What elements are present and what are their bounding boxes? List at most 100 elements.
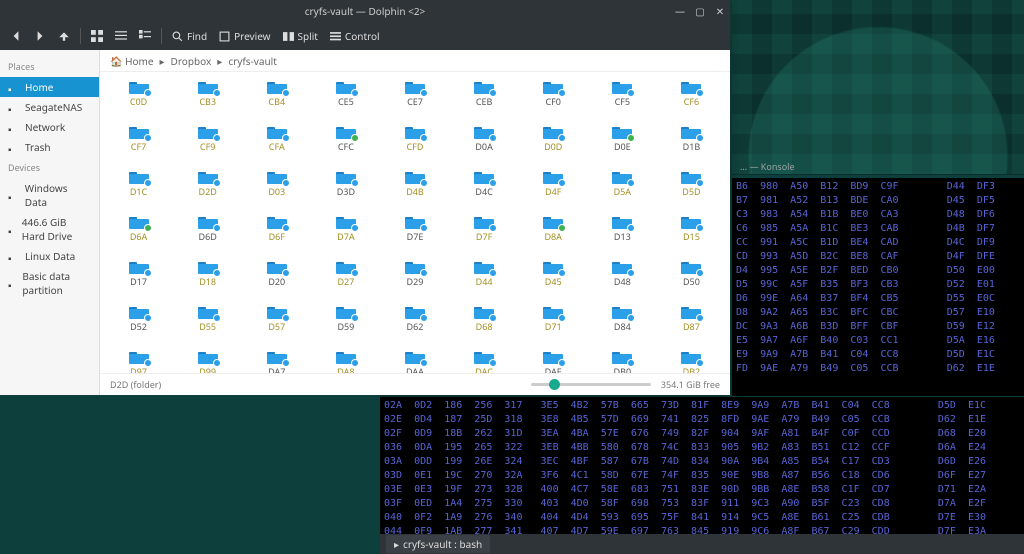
folder-D4C[interactable]: D4C	[450, 170, 519, 215]
folder-DAC[interactable]: DAC	[450, 350, 519, 373]
folder-D18[interactable]: D18	[173, 260, 242, 305]
folder-CFA[interactable]: CFA	[242, 125, 311, 170]
details-view-button[interactable]	[135, 26, 155, 46]
folder-D13[interactable]: D13	[588, 215, 657, 260]
folder-D59[interactable]: D59	[311, 305, 380, 350]
folder-DA8[interactable]: DA8	[311, 350, 380, 373]
folder-D17[interactable]: D17	[104, 260, 173, 305]
terminal-bottom[interactable]: 02A 0D2 186 256 317 3E5 4B2 57B 665 73D …	[380, 397, 1024, 534]
sidebar-item-trash[interactable]: ▪Trash	[0, 137, 99, 157]
folder-D50[interactable]: D50	[657, 260, 726, 305]
folder-CEB[interactable]: CEB	[450, 80, 519, 125]
folder-D87[interactable]: D87	[657, 305, 726, 350]
folder-CFC[interactable]: CFC	[311, 125, 380, 170]
folder-D8A[interactable]: D8A	[519, 215, 588, 260]
sidebar-item-windows-data[interactable]: ▪Windows Data	[0, 178, 99, 212]
folder-D0D[interactable]: D0D	[519, 125, 588, 170]
folder-D99[interactable]: D99	[173, 350, 242, 373]
folder-D71[interactable]: D71	[519, 305, 588, 350]
sidebar-item-linux-data[interactable]: ▪Linux Data	[0, 246, 99, 266]
folder-label: CF9	[200, 142, 216, 151]
close-button[interactable]: ✕	[714, 4, 726, 18]
folder-D7F[interactable]: D7F	[450, 215, 519, 260]
folder-CF9[interactable]: CF9	[173, 125, 242, 170]
folder-CF0[interactable]: CF0	[519, 80, 588, 125]
sidebar-item-home[interactable]: ▪Home	[0, 77, 99, 97]
folder-D52[interactable]: D52	[104, 305, 173, 350]
folder-D97[interactable]: D97	[104, 350, 173, 373]
folder-CE5[interactable]: CE5	[311, 80, 380, 125]
folder-D6A[interactable]: D6A	[104, 215, 173, 260]
breadcrumb-home[interactable]: 🏠 Home	[110, 54, 154, 68]
folder-D4B[interactable]: D4B	[380, 170, 449, 215]
folder-D2D[interactable]: D2D	[173, 170, 242, 215]
folder-D62[interactable]: D62	[380, 305, 449, 350]
folder-D44[interactable]: D44	[450, 260, 519, 305]
preview-button[interactable]: Preview	[215, 29, 274, 43]
folder-D6F[interactable]: D6F	[242, 215, 311, 260]
back-button[interactable]	[6, 26, 26, 46]
up-button[interactable]	[54, 26, 74, 46]
folder-DB0[interactable]: DB0	[588, 350, 657, 373]
folder-C0D[interactable]: C0D	[104, 80, 173, 125]
sidebar-item-seagatenas[interactable]: ▪SeagateNAS	[0, 97, 99, 117]
folder-D4F[interactable]: D4F	[519, 170, 588, 215]
folder-D20[interactable]: D20	[242, 260, 311, 305]
sidebar-item-446-6-gib-hard-drive[interactable]: ▪446.6 GiB Hard Drive	[0, 212, 99, 246]
folder-D1C[interactable]: D1C	[104, 170, 173, 215]
task-cryfs-bash[interactable]: ▸ cryfs-vault : bash	[386, 535, 490, 553]
folder-D57[interactable]: D57	[242, 305, 311, 350]
sidebar-item-label: Basic data partition	[22, 269, 91, 297]
folder-D7A[interactable]: D7A	[311, 215, 380, 260]
terminal-top[interactable]: B6 980 A50 B12 BD9 C9F D44 DF3 B7 981 A5…	[732, 178, 1024, 396]
min-button[interactable]: —	[674, 4, 686, 18]
folder-D03[interactable]: D03	[242, 170, 311, 215]
syncing-badge-icon	[213, 224, 221, 232]
folder-D0A[interactable]: D0A	[450, 125, 519, 170]
sidebar-item-network[interactable]: ▪Network	[0, 117, 99, 137]
control-button[interactable]: Control	[326, 29, 384, 43]
folder-D48[interactable]: D48	[588, 260, 657, 305]
folder-DAA[interactable]: DAA	[380, 350, 449, 373]
folder-icon	[474, 260, 494, 274]
split-button[interactable]: Split	[279, 29, 322, 43]
folder-CFD[interactable]: CFD	[380, 125, 449, 170]
syncing-badge-icon	[144, 179, 152, 187]
folder-D7E[interactable]: D7E	[380, 215, 449, 260]
folder-D5A[interactable]: D5A	[588, 170, 657, 215]
titlebar[interactable]: cryfs-vault — Dolphin <2> — ▢ ✕	[0, 0, 730, 22]
folder-D29[interactable]: D29	[380, 260, 449, 305]
folder-D27[interactable]: D27	[311, 260, 380, 305]
folder-D84[interactable]: D84	[588, 305, 657, 350]
folder-D15[interactable]: D15	[657, 215, 726, 260]
folder-D1B[interactable]: D1B	[657, 125, 726, 170]
folder-D45[interactable]: D45	[519, 260, 588, 305]
folder-D0E[interactable]: D0E	[588, 125, 657, 170]
folder-DB2[interactable]: DB2	[657, 350, 726, 373]
folder-DAE[interactable]: DAE	[519, 350, 588, 373]
find-button[interactable]: Find	[168, 29, 211, 43]
folder-D6D[interactable]: D6D	[173, 215, 242, 260]
syncing-badge-icon	[420, 89, 428, 97]
folder-D3D[interactable]: D3D	[311, 170, 380, 215]
folder-label: CF7	[131, 142, 147, 151]
folder-CF5[interactable]: CF5	[588, 80, 657, 125]
breadcrumb-dropbox[interactable]: Dropbox	[171, 54, 212, 68]
folder-CF7[interactable]: CF7	[104, 125, 173, 170]
icons-view-button[interactable]	[87, 26, 107, 46]
folder-CE7[interactable]: CE7	[380, 80, 449, 125]
forward-button[interactable]	[30, 26, 50, 46]
folder-DA7[interactable]: DA7	[242, 350, 311, 373]
sidebar-item-basic-data-partition[interactable]: ▪Basic data partition	[0, 266, 99, 300]
folder-CB3[interactable]: CB3	[173, 80, 242, 125]
breadcrumb-cryfs-vault[interactable]: cryfs-vault	[228, 54, 277, 68]
folder-CB4[interactable]: CB4	[242, 80, 311, 125]
folder-D5D[interactable]: D5D	[657, 170, 726, 215]
folder-CF6[interactable]: CF6	[657, 80, 726, 125]
folder-D55[interactable]: D55	[173, 305, 242, 350]
folder-icon	[543, 305, 563, 319]
compact-view-button[interactable]	[111, 26, 131, 46]
zoom-slider[interactable]	[161, 383, 661, 386]
folder-D68[interactable]: D68	[450, 305, 519, 350]
max-button[interactable]: ▢	[694, 4, 706, 18]
